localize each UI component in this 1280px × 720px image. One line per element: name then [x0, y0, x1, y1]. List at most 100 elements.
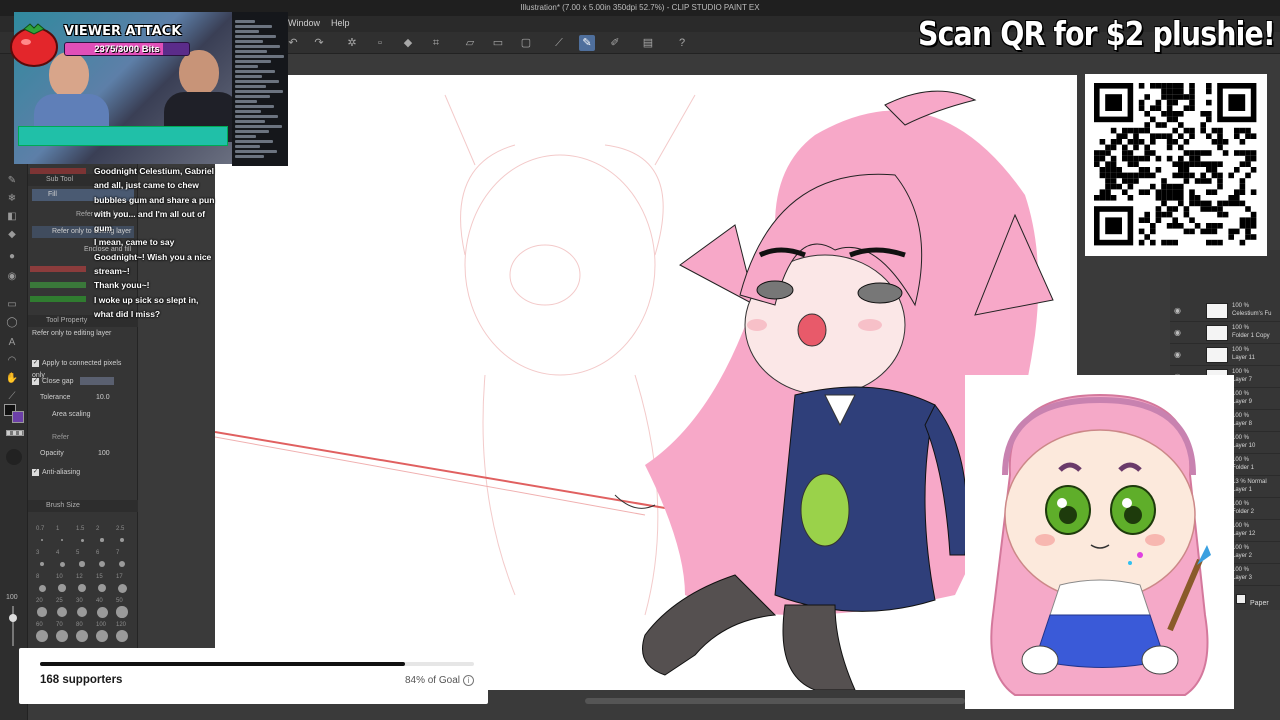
pencil-icon[interactable]: ✐	[607, 35, 623, 51]
help-icon[interactable]: ?	[674, 35, 690, 51]
menu-help[interactable]: Help	[331, 18, 350, 28]
brush-size-option[interactable]	[117, 583, 127, 593]
document-icon[interactable]: ▤	[640, 35, 656, 51]
gradient-tool-icon[interactable]: ◉	[5, 270, 19, 284]
brush-size-option[interactable]	[41, 539, 43, 541]
redo-icon[interactable]: ↷	[311, 35, 327, 51]
layer-opacity: 100 %	[1232, 391, 1250, 397]
brush-size-option[interactable]	[76, 606, 88, 618]
checkbox-icon[interactable]: ✓	[32, 468, 39, 476]
brush-size-label: 5	[76, 550, 80, 556]
chat-line	[235, 125, 282, 128]
canvas-scrollbar[interactable]	[585, 698, 965, 704]
eye-icon[interactable]: ◉	[1174, 328, 1181, 337]
apply-connected-row[interactable]: ✓ Apply to connected pixels only	[32, 358, 134, 379]
eye-icon[interactable]: ◉	[1174, 350, 1181, 359]
ruler-icon[interactable]: ⟋	[551, 35, 567, 51]
brush-size-option[interactable]	[99, 561, 105, 567]
brush-tool-icon[interactable]: ✎	[5, 174, 19, 188]
brush-size-option[interactable]	[120, 538, 124, 542]
chat-line	[235, 135, 256, 138]
layer-thumbnail	[1206, 303, 1228, 319]
layer-opacity: 100 %	[1232, 523, 1250, 529]
layer-row[interactable]: ◉ 100 % Celestium's Fu	[1170, 300, 1280, 322]
brush-size-option[interactable]	[56, 630, 68, 642]
stream-chat-mini	[232, 12, 288, 166]
checkbox-icon[interactable]: ✓	[32, 359, 39, 367]
brush-size-option[interactable]	[79, 561, 85, 567]
opacity-value[interactable]: 100	[98, 448, 110, 460]
layer-row[interactable]: ◉ 100 % Folder 1 Copy	[1170, 322, 1280, 344]
brush-size-option[interactable]	[97, 583, 107, 593]
layer-thumbnail	[1206, 347, 1228, 363]
checkbox-icon[interactable]: ✓	[32, 377, 39, 385]
brush-size-option[interactable]	[118, 560, 126, 568]
brush-size-option[interactable]	[96, 606, 108, 618]
brush-size-option[interactable]	[100, 538, 104, 542]
selection-icon[interactable]: ▭	[490, 35, 506, 51]
area-scaling-row[interactable]: Area scaling	[32, 409, 134, 421]
brush-size-option[interactable]	[80, 538, 84, 542]
chat-line	[235, 90, 283, 93]
brush-size-option[interactable]	[36, 630, 48, 642]
deselect-icon[interactable]: ▢	[518, 35, 534, 51]
chat-line	[235, 155, 264, 158]
lasso-tool-icon[interactable]: ◯	[5, 316, 19, 330]
brush-size-option[interactable]	[116, 606, 128, 618]
layer-name: Layer 12	[1232, 531, 1256, 537]
chat-line	[235, 60, 271, 63]
brush-size-option[interactable]	[37, 607, 47, 617]
qr-pattern	[1094, 83, 1257, 246]
transform-icon[interactable]: ▱	[462, 35, 478, 51]
sub-color-swatch[interactable]	[12, 411, 24, 423]
refer-row[interactable]: Refer	[32, 432, 134, 444]
figure-tool-icon[interactable]: ▭	[5, 298, 19, 312]
tool-property-title: Refer only to editing layer	[32, 330, 112, 337]
zoom-slider-knob[interactable]	[9, 614, 17, 622]
brush-size-option[interactable]	[59, 561, 65, 567]
drawing-canvas[interactable]	[215, 75, 1077, 690]
brush-size-option[interactable]	[58, 584, 66, 592]
paper-label: Paper	[1250, 600, 1269, 607]
goal-percent: 84% of Goal	[404, 675, 460, 686]
blend-tool-icon[interactable]: ●	[5, 250, 19, 264]
eyedropper-tool-icon[interactable]: ⟋	[5, 390, 19, 404]
clear-icon[interactable]: ▫	[372, 35, 388, 51]
tolerance-value[interactable]: 10.0	[96, 392, 110, 404]
eye-icon[interactable]: ◉	[1174, 306, 1181, 315]
brush-size-option[interactable]	[38, 584, 46, 592]
layer-row[interactable]: ◉ 100 % Layer 11	[1170, 344, 1280, 366]
brush-size-label: 10	[56, 574, 63, 580]
fill-icon[interactable]: ◆	[400, 35, 416, 51]
fill-tool-icon[interactable]: ◆	[5, 228, 19, 242]
brush-size-option[interactable]	[60, 538, 64, 542]
brush-size-option[interactable]	[96, 630, 108, 642]
brush-size-label: 1.5	[76, 526, 85, 532]
brush-size-option[interactable]	[116, 630, 128, 642]
info-icon[interactable]: i	[463, 675, 474, 686]
brush-size-option[interactable]	[78, 584, 86, 592]
close-gap-row[interactable]: ✓ Close gap	[32, 376, 134, 388]
settings-icon[interactable]: ✲	[344, 35, 360, 51]
layer-opacity: 100 %	[1232, 369, 1250, 375]
eraser-tool-icon[interactable]: ◧	[5, 210, 19, 224]
crop-icon[interactable]: ⌗	[428, 35, 444, 51]
balloon-tool-icon[interactable]: ◠	[5, 354, 19, 368]
layer-text: 100 % Layer 8	[1232, 412, 1280, 428]
menu-window[interactable]: Window	[288, 18, 320, 28]
brush-size-option[interactable]	[57, 607, 67, 617]
anti-aliasing-row[interactable]: ✓ Anti-aliasing	[32, 467, 134, 479]
close-gap-slider[interactable]	[79, 377, 114, 386]
pen-icon[interactable]: ✎	[579, 35, 595, 51]
brush-size-option[interactable]	[39, 561, 45, 567]
chat-line	[235, 40, 263, 43]
hand-tool-icon[interactable]: ✋	[5, 372, 19, 386]
qr-code[interactable]	[1085, 74, 1267, 256]
viewer-attack-title: VIEWER ATTACK	[64, 24, 182, 39]
zoom-slider[interactable]	[12, 606, 14, 646]
layer-name: Layer 8	[1232, 421, 1253, 427]
airbrush-tool-icon[interactable]: ❄	[5, 192, 19, 206]
transparent-color-swatch[interactable]	[6, 430, 24, 436]
text-tool-icon[interactable]: A	[5, 336, 19, 350]
brush-size-option[interactable]	[76, 630, 88, 642]
